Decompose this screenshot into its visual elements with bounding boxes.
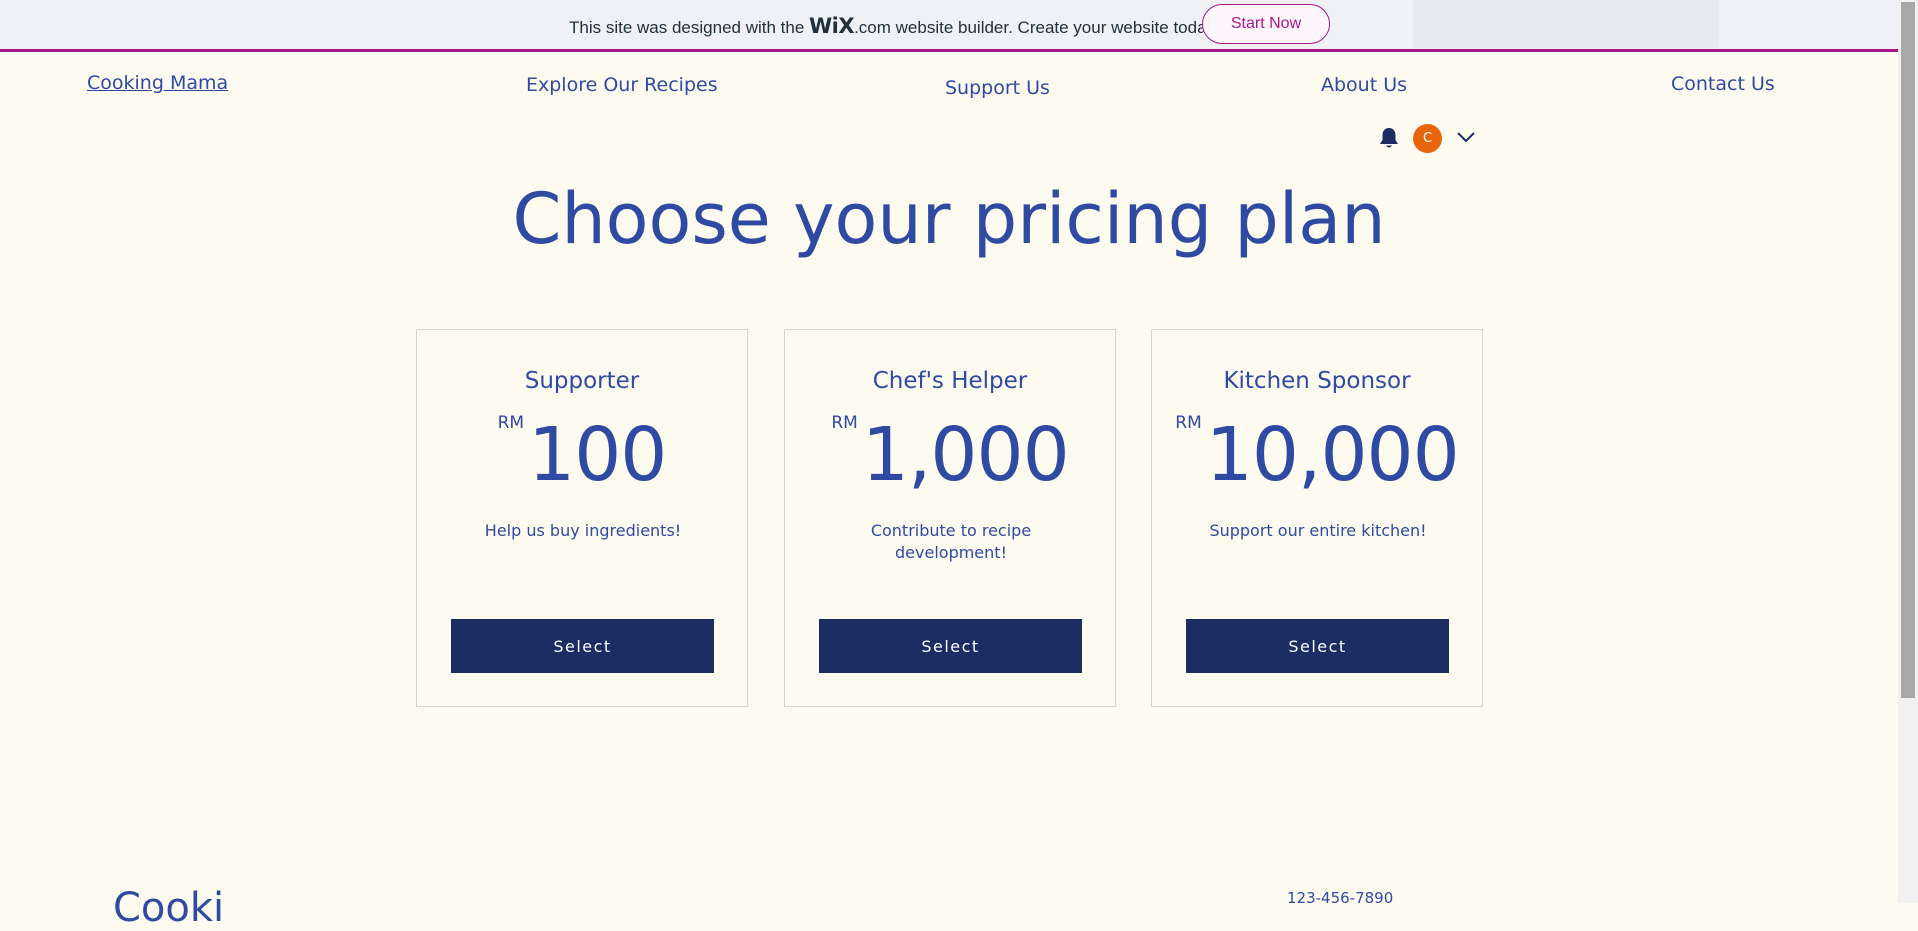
plan-card-supporter: Supporter RM 100 Help us buy ingredients… xyxy=(416,329,748,707)
editor-toolbar-placeholder xyxy=(1413,0,1719,48)
banner-text-after: .com website builder. Create your websit… xyxy=(854,18,1219,37)
plan-description: Help us buy ingredients! xyxy=(484,521,682,540)
plan-price: RM 100 xyxy=(417,408,747,492)
plan-card-kitchen-sponsor: Kitchen Sponsor RM 10,000 Support our en… xyxy=(1151,329,1483,707)
nav-about-us[interactable]: About Us xyxy=(1321,74,1407,96)
scrollbar-thumb[interactable] xyxy=(1901,2,1915,698)
banner-text-before: This site was designed with the xyxy=(569,18,810,37)
select-plan-button[interactable]: Select xyxy=(451,619,714,673)
banner-text: This site was designed with the WiX.com … xyxy=(569,14,1219,38)
wix-promo-banner: This site was designed with the WiX.com … xyxy=(0,0,1898,52)
plan-name: Supporter xyxy=(524,368,640,394)
plan-amount: 1,000 xyxy=(861,412,1070,498)
footer-brand: Cooki xyxy=(113,885,225,931)
plan-currency: RM xyxy=(497,413,525,433)
plan-name: Chef's Helper xyxy=(872,368,1028,394)
nav-explore-recipes[interactable]: Explore Our Recipes xyxy=(526,74,718,96)
plan-price: RM 10,000 xyxy=(1152,408,1482,492)
plan-price: RM 1,000 xyxy=(785,408,1115,492)
page-title: Choose your pricing plan xyxy=(512,178,1386,260)
plan-name: Kitchen Sponsor xyxy=(1223,368,1411,394)
footer-phone: 123-456-7890 xyxy=(1287,889,1394,907)
user-avatar[interactable]: C xyxy=(1413,124,1442,153)
select-plan-button[interactable]: Select xyxy=(1186,619,1449,673)
chevron-down-icon[interactable] xyxy=(1456,130,1476,144)
plan-amount: 100 xyxy=(528,412,667,498)
nav-contact-us[interactable]: Contact Us xyxy=(1671,73,1775,95)
plan-amount: 10,000 xyxy=(1205,412,1460,498)
plan-card-chefs-helper: Chef's Helper RM 1,000 Contribute to rec… xyxy=(784,329,1116,707)
site-brand-link[interactable]: Cooking Mama xyxy=(87,72,228,94)
nav-support-us[interactable]: Support Us xyxy=(945,77,1050,99)
bell-icon[interactable] xyxy=(1378,126,1400,150)
wix-logo: WiX xyxy=(809,14,855,38)
plan-currency: RM xyxy=(831,413,858,433)
select-plan-button[interactable]: Select xyxy=(819,619,1082,673)
plan-description: Support our entire kitchen! xyxy=(1209,521,1427,540)
plan-description: Contribute to recipe development! xyxy=(870,521,1032,562)
start-now-button[interactable]: Start Now xyxy=(1202,4,1330,44)
plan-currency: RM xyxy=(1175,413,1202,433)
